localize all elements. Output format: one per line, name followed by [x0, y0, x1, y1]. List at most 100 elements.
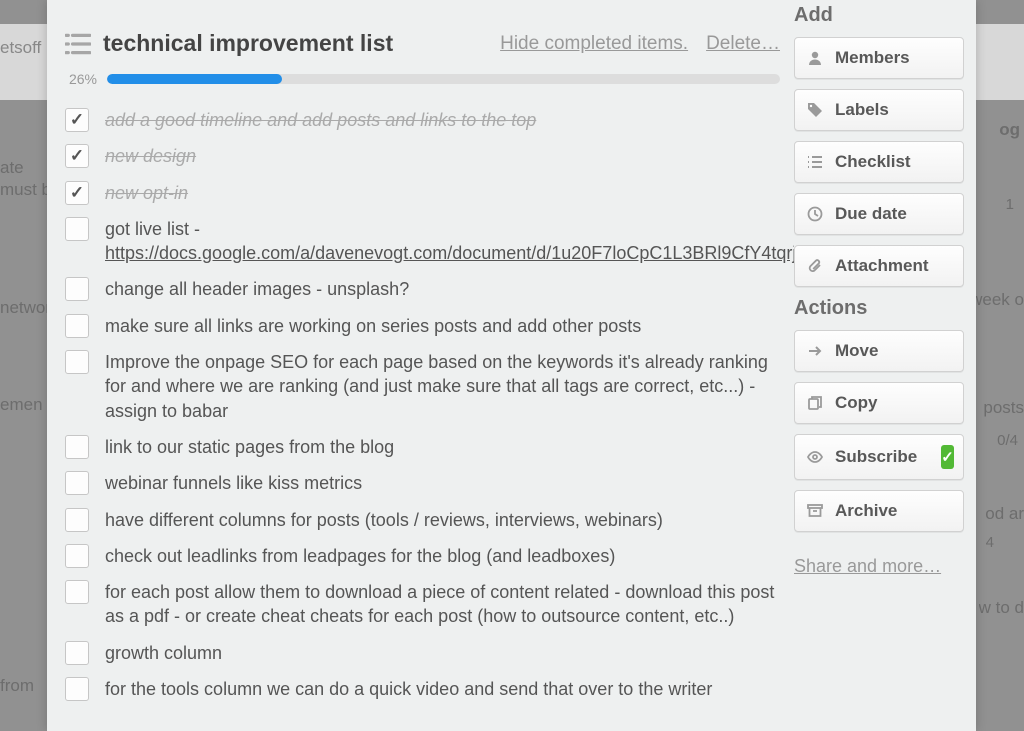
checklist-item-text[interactable]: link to our static pages from the blog — [105, 433, 394, 459]
button-label: Members — [835, 48, 910, 68]
checklist-item[interactable]: check out leadlinks from leadpages for t… — [65, 537, 780, 573]
checklist-header: technical improvement list Hide complete… — [65, 30, 780, 57]
bg-label: ate — [0, 158, 24, 178]
checklist-item[interactable]: make sure all links are working on serie… — [65, 307, 780, 343]
due-date-button[interactable]: Due date — [794, 193, 964, 235]
checklist-item-text[interactable]: Improve the onpage SEO for each page bas… — [105, 348, 780, 423]
button-label: Copy — [835, 393, 878, 413]
checkbox[interactable] — [65, 435, 89, 459]
card-sidebar: Add Members Labels Checklist Due date At… — [794, 0, 976, 731]
bg-label: 4 — [986, 534, 994, 551]
subscribed-badge: ✓ — [941, 445, 954, 469]
checklist-item[interactable]: new opt-in — [65, 174, 780, 210]
checklist-section: technical improvement list Hide complete… — [47, 0, 794, 731]
button-label: Subscribe — [835, 447, 917, 467]
eye-icon — [807, 449, 823, 465]
checklist-item-text[interactable]: make sure all links are working on serie… — [105, 312, 641, 338]
bg-label: 0/4 — [997, 432, 1018, 449]
hide-completed-link[interactable]: Hide completed items. — [500, 33, 688, 55]
checkbox[interactable] — [65, 580, 89, 604]
checklist-items: add a good timeline and add posts and li… — [65, 101, 780, 706]
add-heading: Add — [794, 4, 964, 27]
subscribe-button[interactable]: Subscribe ✓ — [794, 434, 964, 480]
checkbox[interactable] — [65, 544, 89, 568]
user-icon — [807, 50, 823, 66]
checkbox[interactable] — [65, 508, 89, 532]
share-more-link[interactable]: Share and more… — [794, 556, 964, 577]
checklist-header-actions: Hide completed items. Delete… — [500, 33, 780, 55]
paperclip-icon — [807, 258, 823, 274]
bg-label: networ — [0, 298, 51, 318]
checklist-item[interactable]: Improve the onpage SEO for each page bas… — [65, 343, 780, 428]
checklist-item[interactable]: for the tools column we can do a quick v… — [65, 670, 780, 706]
list-icon — [807, 154, 823, 170]
checklist-item[interactable]: change all header images - unsplash? — [65, 270, 780, 306]
checkbox[interactable] — [65, 350, 89, 374]
checklist-item-text[interactable]: change all header images - unsplash? — [105, 275, 409, 301]
checkbox[interactable] — [65, 277, 89, 301]
checklist-item-text[interactable]: check out leadlinks from leadpages for t… — [105, 542, 615, 568]
checkbox[interactable] — [65, 471, 89, 495]
progress-bar — [107, 74, 780, 84]
bg-label: posts — [983, 398, 1024, 418]
archive-icon — [807, 503, 823, 519]
copy-button[interactable]: Copy — [794, 382, 964, 424]
bg-label: from — [0, 676, 34, 696]
checkbox[interactable] — [65, 217, 89, 241]
checkbox[interactable] — [65, 144, 89, 168]
checklist-title[interactable]: technical improvement list — [103, 30, 488, 57]
checklist-item-text[interactable]: for each post allow them to download a p… — [105, 578, 780, 629]
button-label: Move — [835, 341, 878, 361]
checklist-item[interactable]: growth column — [65, 634, 780, 670]
attachment-button[interactable]: Attachment — [794, 245, 964, 287]
bg-label: week o — [970, 290, 1024, 310]
checklist-item-text[interactable]: have different columns for posts (tools … — [105, 506, 663, 532]
progress-row: 26% — [65, 71, 780, 87]
tag-icon — [807, 102, 823, 118]
checklist-item-text[interactable]: webinar funnels like kiss metrics — [105, 469, 362, 495]
checklist-item[interactable]: for each post allow them to download a p… — [65, 573, 780, 634]
checklist-item-link[interactable]: https://docs.google.com/a/davenevogt.com… — [105, 243, 794, 263]
move-button[interactable]: Move — [794, 330, 964, 372]
button-label: Archive — [835, 501, 897, 521]
checklist-item-text[interactable]: growth column — [105, 639, 222, 665]
checkbox[interactable] — [65, 314, 89, 338]
bg-label: od ar — [985, 504, 1024, 524]
checklist-item[interactable]: have different columns for posts (tools … — [65, 501, 780, 537]
checklist-item[interactable]: add a good timeline and add posts and li… — [65, 101, 780, 137]
checkbox[interactable] — [65, 677, 89, 701]
checkbox[interactable] — [65, 641, 89, 665]
copy-icon — [807, 395, 823, 411]
checklist-item[interactable]: webinar funnels like kiss metrics — [65, 464, 780, 500]
actions-heading: Actions — [794, 297, 964, 320]
archive-button[interactable]: Archive — [794, 490, 964, 532]
button-label: Checklist — [835, 152, 911, 172]
button-label: Due date — [835, 204, 907, 224]
labels-button[interactable]: Labels — [794, 89, 964, 131]
bg-label: w to d — [979, 598, 1024, 618]
checklist-item-text[interactable]: new design — [105, 142, 196, 168]
checklist-item[interactable]: link to our static pages from the blog — [65, 428, 780, 464]
checklist-button[interactable]: Checklist — [794, 141, 964, 183]
progress-percent: 26% — [65, 71, 97, 87]
checklist-item[interactable]: got live list - https://docs.google.com/… — [65, 210, 780, 271]
button-label: Attachment — [835, 256, 929, 276]
checkbox[interactable] — [65, 181, 89, 205]
bg-label: emen — [0, 395, 43, 415]
checklist-item-text[interactable]: new opt-in — [105, 179, 188, 205]
arrow-right-icon — [807, 343, 823, 359]
progress-fill — [107, 74, 282, 84]
checkbox[interactable] — [65, 108, 89, 132]
members-button[interactable]: Members — [794, 37, 964, 79]
clock-icon — [807, 206, 823, 222]
checklist-item-text[interactable]: add a good timeline and add posts and li… — [105, 106, 536, 132]
bg-label: 1 — [1006, 196, 1014, 213]
checklist-item-text[interactable]: for the tools column we can do a quick v… — [105, 675, 712, 701]
bg-label: must b — [0, 180, 51, 200]
checklist-icon — [65, 33, 91, 55]
checklist-item-text[interactable]: got live list - https://docs.google.com/… — [105, 215, 794, 266]
checklist-item[interactable]: new design — [65, 137, 780, 173]
button-label: Labels — [835, 100, 889, 120]
delete-checklist-link[interactable]: Delete… — [706, 33, 780, 55]
card-detail-modal: technical improvement list Hide complete… — [47, 0, 976, 731]
